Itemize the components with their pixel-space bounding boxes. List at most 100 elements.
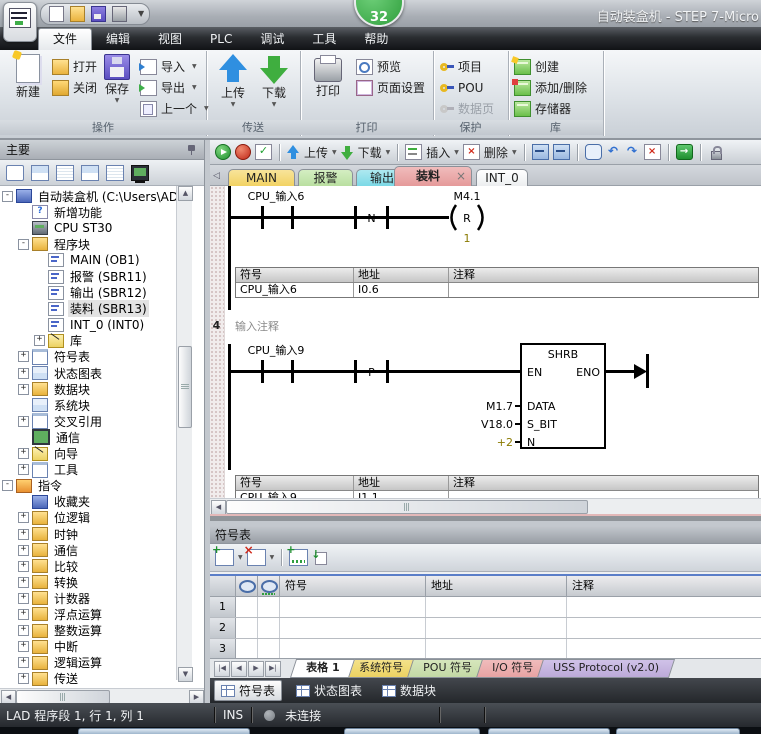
expand-icon[interactable] [18,351,29,362]
column-header-address[interactable]: 地址 [426,576,567,596]
communications-view-icon[interactable] [131,165,149,181]
delete-network-icon[interactable] [463,144,480,160]
data-block-view-icon[interactable] [56,165,74,181]
tab-main[interactable]: MAIN [228,169,295,186]
insert-button[interactable]: 插入 [426,144,450,161]
tree-item-communications[interactable]: 通信 [0,429,176,445]
symbol-cell[interactable] [280,618,426,638]
delete-row-dropdown-icon[interactable]: ▼ [270,554,275,561]
expand-icon[interactable] [18,625,29,636]
import-button[interactable]: 导入 [140,57,197,76]
tree-item-compare[interactable]: 比较 [0,558,176,574]
menu-tab-file[interactable]: 文件 [38,28,92,50]
scroll-thumb[interactable] [178,346,192,428]
window-view-icon[interactable] [6,165,24,181]
tab-load-active[interactable]: 装料× [394,166,472,186]
expand-icon[interactable] [18,641,29,652]
sort-symbols-button[interactable] [289,549,308,566]
open-button[interactable]: 打开 [52,57,97,76]
insert-row-dropdown-icon[interactable]: ▼ [238,554,243,561]
taskbar-button[interactable] [344,728,480,734]
undo-icon[interactable]: ↶ [606,145,621,159]
address-cell[interactable] [426,618,567,638]
run-button[interactable] [215,144,231,160]
redo-icon[interactable]: ↷ [625,145,640,159]
grid-row[interactable]: 2 [210,618,761,639]
tree-item-load-sbr13[interactable]: 装料 (SBR13) [0,301,176,317]
view-tab-symbol-table[interactable]: 符号表 [214,680,282,701]
symbol-table-view-icon[interactable] [81,165,99,181]
upload-button[interactable]: 上传 [215,54,251,108]
expand-icon[interactable] [18,593,29,604]
menu-tab-view[interactable]: 视图 [144,29,196,50]
tree-item-program-block[interactable]: 程序块 [0,236,176,252]
protect-pou-button[interactable]: POU [439,78,483,97]
close-button[interactable]: 关闭 [52,78,97,97]
grid-row[interactable]: 3 [210,639,761,660]
tab-alarm[interactable]: 报警 [298,169,353,186]
prev-sheet-icon[interactable]: ◀ [231,661,247,677]
new-file-icon[interactable] [49,6,64,22]
download-button[interactable]: 下载 [358,144,382,161]
tree-item-favorites[interactable]: 收藏夹 [0,494,176,510]
scroll-down-icon[interactable]: ▼ [178,667,193,682]
tree-item-system-block[interactable]: 系统块 [0,397,176,413]
save-button[interactable]: 保存 [97,54,137,104]
open-file-icon[interactable] [70,6,85,22]
delete-dropdown-icon[interactable]: ▼ [512,149,517,156]
view-tab-status-chart[interactable]: 状态图表 [290,681,368,700]
insert-row-button[interactable] [215,549,234,566]
clear-icon[interactable] [644,144,661,160]
editor-horizontal-scrollbar[interactable]: ◀ [210,498,761,514]
goto-icon[interactable] [676,144,693,160]
insert-dropdown-icon[interactable]: ▼ [454,149,459,156]
tree-item-cross-reference[interactable]: 交叉引用 [0,413,176,429]
upload-button[interactable]: 上传 [304,144,328,161]
preview-button[interactable]: 预览 [356,57,401,76]
tree-item-wizards[interactable]: 向导 [0,446,176,462]
ladder-editor-canvas[interactable]: CPU_输入6 N M4.1 R 1 CPU_输入9 P SHRB EN ENO [210,186,761,498]
expand-icon[interactable] [18,368,29,379]
tree-vertical-scrollbar[interactable]: ▲ ▼ [176,186,192,680]
tree-item-interrupt[interactable]: 中断 [0,639,176,655]
tree-item-alarm-sbr11[interactable]: 报警 (SBR11) [0,268,176,284]
tab-scroll-left-icon[interactable]: ◁ [213,171,220,181]
tree-item-output-sbr12[interactable]: 输出 (SBR12) [0,285,176,301]
tree-item-main-ob1[interactable]: MAIN (OB1) [0,252,176,268]
expand-icon[interactable] [18,464,29,475]
tree-item-floating-point[interactable]: 浮点运算 [0,606,176,622]
tree-item-instructions[interactable]: 指令 [0,478,176,494]
tree-item-int0[interactable]: INT_0 (INT0) [0,317,176,333]
cross-reference-view-icon[interactable] [106,165,124,181]
tree-item-clock[interactable]: 时钟 [0,526,176,542]
scroll-left-icon[interactable]: ◀ [211,500,226,515]
tree-item-symbol-table[interactable]: 符号表 [0,349,176,365]
delete-button[interactable]: 删除 [484,144,508,161]
tree-item-integer-math[interactable]: 整数运算 [0,623,176,639]
compile-button[interactable] [255,144,272,160]
grid-row[interactable]: 1 [210,597,761,618]
library-add-delete-button[interactable]: 添加/删除 [514,78,587,97]
menu-tab-plc[interactable]: PLC [196,29,246,50]
export-button[interactable]: 导出 [140,78,197,97]
tree-item-logical-ops[interactable]: 逻辑运算 [0,655,176,671]
menu-tab-edit[interactable]: 编辑 [92,29,144,50]
taskbar-button[interactable] [488,728,610,734]
expand-icon[interactable] [18,657,29,668]
app-menu-button[interactable] [3,2,37,42]
subroutine-block-icon[interactable] [553,144,570,160]
save-file-icon[interactable] [91,6,106,22]
collapse-icon[interactable] [18,239,29,250]
expand-icon[interactable] [18,416,29,427]
last-sheet-icon[interactable]: ▶| [265,661,281,677]
library-memory-button[interactable]: 存储器 [514,99,571,118]
tab-close-icon[interactable]: × [456,167,466,186]
expand-icon[interactable] [18,577,29,588]
box-element-icon[interactable] [585,144,602,160]
print-button[interactable]: 打印 [308,54,348,99]
network-title[interactable]: 输入注释 [235,318,279,334]
tree-item-library[interactable]: 库 [0,333,176,349]
pou-block-icon[interactable] [532,144,549,160]
tree-item-tools[interactable]: 工具 [0,462,176,478]
stop-button[interactable] [235,144,251,160]
